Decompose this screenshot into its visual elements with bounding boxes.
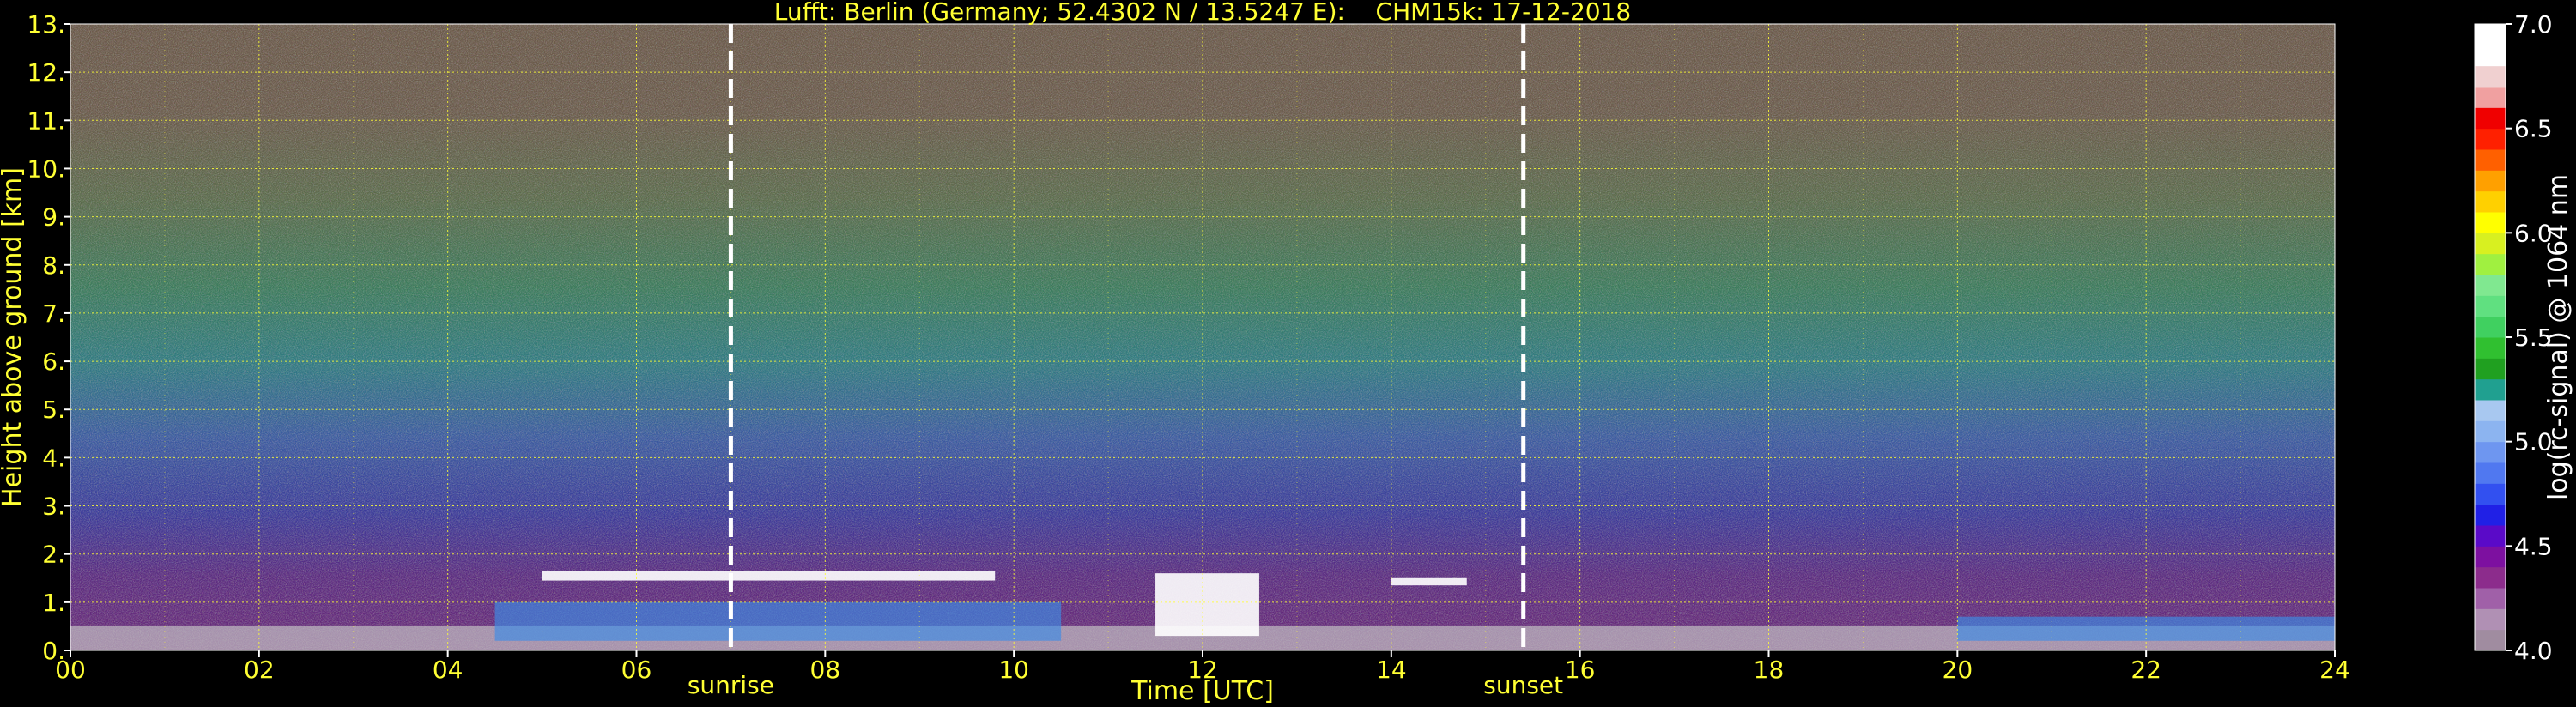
colorbar-swatch (2475, 107, 2506, 130)
colorbar-swatch (2475, 420, 2506, 443)
colorbar-swatch (2475, 253, 2506, 275)
x-tick-label: 08 (810, 656, 841, 684)
colorbar-swatch (2475, 504, 2506, 526)
lidar-figure: 00 02 04 06 08 10 12 14 16 18 20 22 24 0.1.2.3.4.5.6… (0, 0, 2573, 706)
colorbar-swatch (2475, 149, 2506, 171)
colorbar-swatch (2475, 629, 2506, 651)
y-tick-label: 1. (42, 589, 65, 617)
y-tick-label: 2. (42, 541, 65, 569)
sunset-label: sunset (1483, 671, 1563, 699)
x-tick-label: 02 (244, 656, 275, 684)
y-tick-label: 6. (42, 347, 65, 376)
y-tick-label: 8. (42, 251, 65, 280)
x-tick-label: 22 (2131, 656, 2161, 684)
x-tick-label: 18 (1754, 656, 1785, 684)
x-tick-label: 24 (2319, 656, 2350, 684)
y-tick-label: 9. (42, 203, 65, 232)
x-tick-label: 14 (1376, 656, 1407, 684)
colorbar-swatch (2475, 546, 2506, 568)
y-tick-label: 3. (42, 492, 65, 521)
y-tick-label: 11. (27, 106, 65, 135)
colorbar-swatch (2475, 65, 2506, 88)
x-tick-label: 06 (621, 656, 652, 684)
y-tick-label: 10. (27, 154, 65, 183)
layer-cloud (1391, 577, 1467, 586)
colorbar-swatch (2475, 295, 2506, 317)
colorbar-swatch (2475, 190, 2506, 213)
colorbar-swatch (2475, 400, 2506, 421)
colorbar-swatch (2475, 462, 2506, 484)
layer-cloud (1155, 573, 1259, 637)
colorbar-swatch (2475, 525, 2506, 547)
colorbar-swatch (2475, 316, 2506, 338)
colorbar-tick-label: 4.5 (2514, 532, 2553, 560)
layer-aerosol-layer (494, 601, 1062, 641)
layer-aerosol-layer (1957, 616, 2335, 641)
colorbar-swatch (2475, 212, 2506, 233)
colorbar-swatch (2475, 45, 2506, 67)
colorbar-swatch (2475, 358, 2506, 380)
colorbar-swatch (2475, 128, 2506, 150)
colorbar-swatch (2475, 275, 2506, 296)
plot-area (70, 24, 2335, 650)
colorbar: 4.04.55.05.56.06.57.0 (2474, 10, 2553, 665)
colorbar-swatch (2475, 483, 2506, 505)
x-tick-label: 04 (433, 656, 464, 684)
colorbar-swatch (2475, 233, 2506, 255)
colorbar-swatch (2475, 378, 2506, 401)
y-axis-label: Height above ground [km] (0, 167, 27, 507)
y-tick-label: 13. (27, 10, 65, 39)
x-tick-label: 10 (998, 656, 1029, 684)
y-tick-label: 4. (42, 444, 65, 472)
y-tick-label: 5. (42, 396, 65, 424)
x-tick-label: 20 (1943, 656, 1973, 684)
colorbar-swatch (2475, 87, 2506, 108)
colorbar-swatch (2475, 170, 2506, 192)
sunrise-label: sunrise (688, 671, 774, 699)
chart-title: Lufft: Berlin (Germany; 52.4302 N / 13.5… (774, 0, 1631, 26)
colorbar-swatch (2475, 24, 2506, 45)
y-axis-ticks: 0. 1. 2. 3. 4. 5. 6. 7. 8. 9. 10. 11. 12. 13. (27, 10, 70, 665)
y-tick-label: 7. (42, 299, 65, 328)
layer-cloud (542, 571, 996, 581)
colorbar-swatch (2475, 608, 2506, 631)
y-tick-label: 12. (27, 58, 65, 87)
colorbar-swatch (2475, 337, 2506, 359)
colorbar-tick-label: 7.0 (2514, 10, 2553, 39)
x-tick-label: 16 (1565, 656, 1596, 684)
colorbar-tick-label: 6.5 (2514, 115, 2553, 143)
colorbar-swatch (2475, 588, 2506, 609)
colorbar-tick-label: 4.0 (2514, 637, 2553, 665)
x-axis-label: Time [UTC] (1130, 676, 1274, 706)
y-tick-label: 0. (42, 637, 65, 665)
colorbar-swatch (2475, 441, 2506, 463)
colorbar-label: log(rc-signal) @ 1064 nm (2543, 174, 2573, 500)
colorbar-swatch (2475, 566, 2506, 589)
